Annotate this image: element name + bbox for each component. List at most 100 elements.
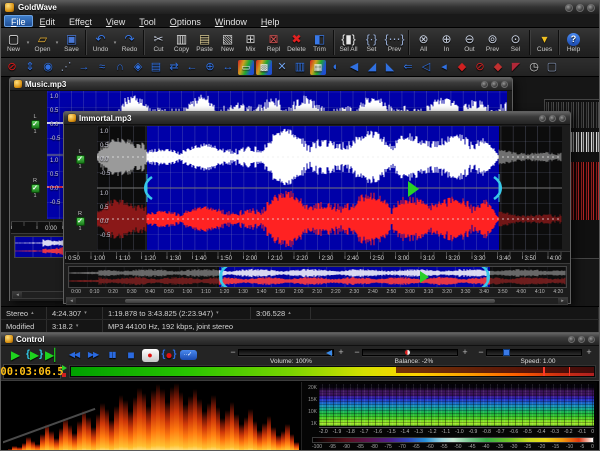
status-selection[interactable]: 1:19.878 to 3:43.825 (2:23.947)▾ [103,307,251,319]
menu-edit[interactable]: Edit [33,15,63,27]
play-button[interactable]: ▶ [7,348,24,363]
new-button[interactable]: ▢New [2,29,25,57]
help-button[interactable]: ?Help [562,29,585,57]
zoom-out-button[interactable]: ⊖Out [458,29,481,57]
status-modified[interactable]: Modified [1,320,47,332]
volume-thumb[interactable] [326,350,332,356]
speed-minus-button[interactable]: − [477,347,485,357]
status-channel-mode[interactable]: Stereo▴ [1,307,47,319]
reverse-icon[interactable]: ← [184,60,200,75]
trim-button[interactable]: ◧Trim [308,29,331,57]
exchange-icon[interactable]: ⇄ [166,60,182,75]
disable-effect-icon[interactable]: ⊘ [4,60,20,75]
undo-button[interactable]: ↶Undo [89,29,112,57]
replace-button[interactable]: ⊠Repl [262,29,285,57]
close-button[interactable] [501,81,508,88]
transpose-icon[interactable]: ◤ [508,60,524,75]
record-button[interactable]: ● [142,349,159,362]
maximize-button[interactable] [576,4,584,12]
mix-button[interactable]: ⊞Mix [239,29,262,57]
filter-icon[interactable]: ▤ [148,60,164,75]
volume-slider[interactable]: − + Volume: 100% [229,348,353,364]
status-format[interactable]: MP3 44100 Hz, 192 kbps, joint stereo [103,320,599,332]
channel-checkbox[interactable]: ✓ [76,217,85,226]
immortal-waveform[interactable] [97,126,562,250]
menu-window[interactable]: Window [208,15,254,27]
noise-reduction-icon[interactable]: ✕ [274,60,290,75]
zoom-previous-button[interactable]: ⊚Prev [481,29,504,57]
pause-button[interactable]: ▮▮ [104,348,121,363]
zoom-in-button[interactable]: ⊕In [435,29,458,57]
channel-checkbox[interactable]: ✓ [76,155,85,164]
redo-button[interactable]: ↷Redo [118,29,141,57]
offset-icon[interactable]: → [76,60,92,75]
channel-checkbox[interactable]: ✓ [31,120,40,129]
status-length[interactable]: 4:24.307▾ [47,307,103,319]
select-all-button[interactable]: {▮}Sel All [337,29,360,57]
volume-plus-button[interactable]: + [337,347,345,357]
balance-plus-button[interactable]: + [461,347,469,357]
paste-button[interactable]: ▤Paste [193,29,216,57]
maximize-button[interactable] [491,81,498,88]
speed-thumb[interactable] [503,349,510,356]
speed-track[interactable] [486,349,582,356]
mechanize-icon[interactable]: ≈ [94,60,110,75]
menu-tool[interactable]: Tool [132,15,163,27]
minimize-button[interactable] [565,4,573,12]
copy-button[interactable]: ▥Copy [170,29,193,57]
maximize-button[interactable] [549,115,556,122]
spectrum-icon[interactable]: ▦ [310,60,326,75]
shape-volume-icon[interactable]: ▭ [238,60,254,75]
pan-icon[interactable]: ◐ [328,60,344,75]
fade-in-icon[interactable]: ◢ [364,60,380,75]
invert-icon[interactable]: ∩ [112,60,128,75]
rewind-button[interactable]: ◀◀ [66,348,83,363]
main-titlebar[interactable]: GoldWave [1,1,599,14]
cue-split-icon[interactable]: ◆ [490,60,506,75]
cue-marker-icon[interactable]: ◆ [454,60,470,75]
close-button[interactable] [588,336,595,343]
balance-thumb[interactable] [404,349,411,356]
scroll-right-button[interactable]: ▸ [558,298,567,304]
mute-icon[interactable]: ◁ [418,60,434,75]
music-titlebar[interactable]: Music.mp3 [10,78,512,91]
menu-view[interactable]: View [99,15,132,27]
timer-icon[interactable]: ◷ [526,60,542,75]
balance-slider[interactable]: − + Balance: -2% [353,348,475,364]
channel-r-toggle[interactable]: R✓1 [28,178,42,199]
comment-icon[interactable]: ⊘ [472,60,488,75]
save-button[interactable]: ▣Save [60,29,83,57]
channel-l-toggle[interactable]: L✓1 [28,114,42,135]
channel-r-toggle[interactable]: R✓1 [73,211,87,232]
minimize-button[interactable] [539,115,546,122]
zoom-all-button[interactable]: ⊗All [412,29,435,57]
volume-icon[interactable]: ◀ [346,60,362,75]
horizontal-scrollbar[interactable]: ◂▸ [66,297,568,305]
fade-out-icon[interactable]: ◣ [382,60,398,75]
channel-l-toggle[interactable]: L✓1 [73,149,87,170]
preview-selection-button[interactable]: {⋯}Prev [383,29,406,57]
paste-new-button[interactable]: ▧New [216,29,239,57]
status-position[interactable]: 3:06.528▴ [251,307,311,319]
scrollbar-thumb[interactable] [125,299,495,303]
menu-help[interactable]: Help [254,15,287,27]
resample-icon[interactable]: ⊕ [202,60,218,75]
scroll-left-button[interactable]: ◂ [67,298,76,304]
close-button[interactable] [587,4,595,12]
open-button[interactable]: ▱Open [31,29,54,57]
control-titlebar[interactable]: Control [1,333,599,346]
equalizer-icon[interactable]: ▩ [256,60,272,75]
maximize-button[interactable] [578,336,585,343]
smoother-icon[interactable]: ▥ [292,60,308,75]
scroll-left-button[interactable]: ◂ [13,292,22,298]
menu-options[interactable]: Options [163,15,208,27]
volume-track[interactable] [238,349,334,356]
time-axis[interactable]: 0:501:001:101:201:301:401:502:002:102:20… [65,251,570,264]
speed-slider[interactable]: − + Speed: 1.00 [477,348,599,364]
pitch-icon[interactable]: ⋰ [58,60,74,75]
play-selection-button[interactable]: {▶} [26,348,43,363]
menu-file[interactable]: File [4,15,33,27]
overview-strip[interactable] [68,266,567,288]
doppler-icon[interactable]: ⇕ [22,60,38,75]
delete-button[interactable]: ✖Delete [285,29,308,57]
